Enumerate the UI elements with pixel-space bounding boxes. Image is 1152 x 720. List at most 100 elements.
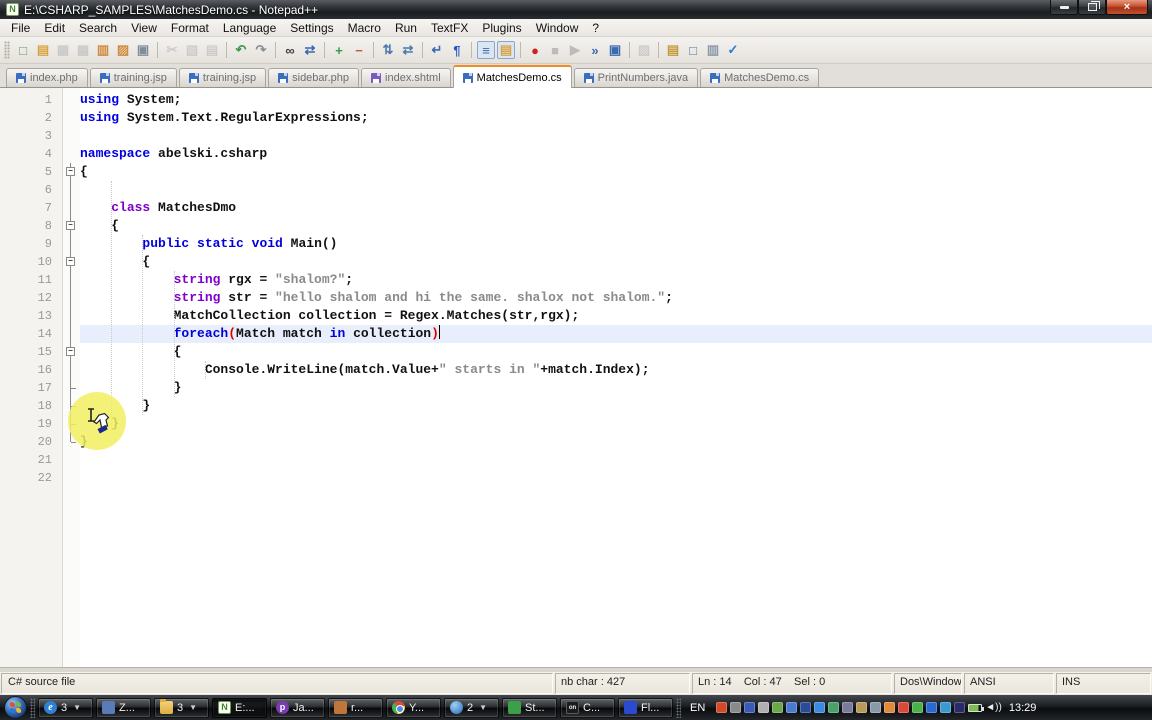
show-all-chars-icon[interactable]: ¶ (448, 41, 466, 59)
code-line[interactable]: 15− { (0, 343, 1152, 361)
taskbar-button-zoomit[interactable]: Z... (96, 697, 151, 718)
macro-play-icon[interactable]: ▶ (566, 41, 584, 59)
line-number[interactable]: 14 (0, 325, 62, 343)
taskbar-button-browser-group[interactable]: 2 ▼ (444, 697, 499, 718)
menu-edit[interactable]: Edit (37, 19, 72, 36)
plugin-cam-icon[interactable]: ▤ (664, 41, 682, 59)
word-wrap-icon[interactable]: ↵ (428, 41, 446, 59)
copy-icon[interactable]: ▧ (183, 41, 201, 59)
macro-save-icon[interactable]: ▣ (606, 41, 624, 59)
code-line[interactable]: 9 public static void Main() (0, 235, 1152, 253)
code-line[interactable]: 12 string str = "hello shalom and hi the… (0, 289, 1152, 307)
tray-icon[interactable] (716, 702, 728, 713)
undo-icon[interactable]: ↶ (232, 41, 250, 59)
code-line[interactable]: 2 using System.Text.RegularExpressions; (0, 109, 1152, 127)
tab-sidebar-php[interactable]: sidebar.php (268, 68, 360, 87)
plugin-monitor-icon[interactable]: □ (684, 41, 702, 59)
line-number[interactable]: 13 (0, 307, 62, 325)
restore-button[interactable] (1078, 0, 1106, 15)
fold-margin[interactable]: − (62, 217, 80, 235)
line-number[interactable]: 12 (0, 289, 62, 307)
line-number[interactable]: 11 (0, 271, 62, 289)
fold-margin[interactable]: − (62, 343, 80, 361)
code-line[interactable]: 19 } (0, 415, 1152, 433)
menu-format[interactable]: Format (164, 19, 216, 36)
code-line[interactable]: 18 } (0, 397, 1152, 415)
taskbar-clock[interactable]: 13:29 (1005, 702, 1043, 714)
menu-macro[interactable]: Macro (341, 19, 388, 36)
chevron-down-icon[interactable]: ▼ (189, 703, 197, 712)
code-line[interactable]: 16 Console.WriteLine(match.Value+" start… (0, 361, 1152, 379)
doc-map-icon[interactable]: ▤ (497, 41, 515, 59)
plugin-spellcheck-icon[interactable]: ✓ (724, 41, 742, 59)
close-file-icon[interactable]: ▥ (94, 41, 112, 59)
taskbar-button-studio[interactable]: St... (502, 697, 557, 718)
tab-printnumbers-java[interactable]: PrintNumbers.java (573, 68, 699, 87)
menu-plugins[interactable]: Plugins (475, 19, 528, 36)
line-number[interactable]: 7 (0, 199, 62, 217)
speaker-icon[interactable]: ◄)) (985, 702, 1002, 713)
code-line[interactable]: 6 (0, 181, 1152, 199)
line-number[interactable]: 6 (0, 181, 62, 199)
paste-icon[interactable]: ▤ (203, 41, 221, 59)
taskbar-button-java-app[interactable]: p Ja... (270, 697, 325, 718)
tray-icon[interactable] (870, 702, 882, 713)
tab-matchesdemo-cs[interactable]: MatchesDemo.cs (452, 65, 572, 88)
line-number[interactable]: 16 (0, 361, 62, 379)
tray-icon[interactable] (814, 702, 826, 713)
line-number[interactable]: 17 (0, 379, 62, 397)
tab-index-php[interactable]: index.php (6, 68, 88, 87)
tab-matchesdemo-cs[interactable]: MatchesDemo.cs (700, 68, 820, 87)
taskbar-button-chrome-window[interactable]: Y... (386, 697, 441, 718)
macro-stop-icon[interactable]: ■ (546, 41, 564, 59)
line-number[interactable]: 1 (0, 91, 62, 109)
chevron-down-icon[interactable]: ▼ (479, 703, 487, 712)
save-file-icon[interactable]: ▦ (54, 41, 72, 59)
code-line[interactable]: 5−{ (0, 163, 1152, 181)
menu-language[interactable]: Language (216, 19, 283, 36)
new-file-icon[interactable]: □ (14, 41, 32, 59)
line-number[interactable]: 21 (0, 451, 62, 469)
taskbar-button-notepadpp[interactable]: N E:... (212, 697, 267, 718)
plugin-doc-icon[interactable]: ▥ (704, 41, 722, 59)
fold-collapse-icon[interactable]: − (66, 167, 75, 176)
code-line[interactable]: 3 (0, 127, 1152, 145)
sync-horizontal-icon[interactable]: ⇄ (399, 41, 417, 59)
line-number[interactable]: 18 (0, 397, 62, 415)
chevron-down-icon[interactable]: ▼ (73, 703, 81, 712)
code-line[interactable]: 11 string rgx = "shalom?"; (0, 271, 1152, 289)
fold-collapse-icon[interactable]: − (66, 347, 75, 356)
tray-icon[interactable] (800, 702, 812, 713)
tray-icon[interactable] (772, 702, 784, 713)
indent-guide-icon[interactable]: ≡ (477, 41, 495, 59)
taskbar-button-flash[interactable]: Fl... (618, 697, 673, 718)
open-file-icon[interactable]: ▤ (34, 41, 52, 59)
fold-margin[interactable]: − (62, 163, 80, 181)
code-line[interactable]: 4 namespace abelski.csharp (0, 145, 1152, 163)
menu-run[interactable]: Run (388, 19, 424, 36)
line-number[interactable]: 15 (0, 343, 62, 361)
language-indicator[interactable]: EN (684, 702, 711, 714)
zoom-out-icon[interactable]: − (350, 41, 368, 59)
title-bar[interactable]: N E:\CSHARP_SAMPLES\MatchesDemo.cs - Not… (0, 0, 1152, 19)
fold-collapse-icon[interactable]: − (66, 257, 75, 266)
battery-icon[interactable] (968, 703, 985, 712)
fold-collapse-icon[interactable]: − (66, 221, 75, 230)
tray-icon[interactable] (730, 702, 742, 713)
line-number[interactable]: 20 (0, 433, 62, 451)
taskbar-button-resources[interactable]: r... (328, 697, 383, 718)
tray-icon[interactable] (954, 702, 966, 713)
close-button[interactable]: × (1106, 0, 1148, 15)
line-number[interactable]: 4 (0, 145, 62, 163)
line-number[interactable]: 10 (0, 253, 62, 271)
code-line[interactable]: 21 (0, 451, 1152, 469)
tray-icon[interactable] (744, 702, 756, 713)
print-icon[interactable]: ▣ (134, 41, 152, 59)
sync-vertical-icon[interactable]: ⇅ (379, 41, 397, 59)
code-line[interactable]: 17 } (0, 379, 1152, 397)
tray-icon[interactable] (856, 702, 868, 713)
cut-icon[interactable]: ✂ (163, 41, 181, 59)
line-number[interactable]: 5 (0, 163, 62, 181)
code-line[interactable]: 14 foreach(Match match in collection) (0, 325, 1152, 343)
save-all-icon[interactable]: ▩ (74, 41, 92, 59)
